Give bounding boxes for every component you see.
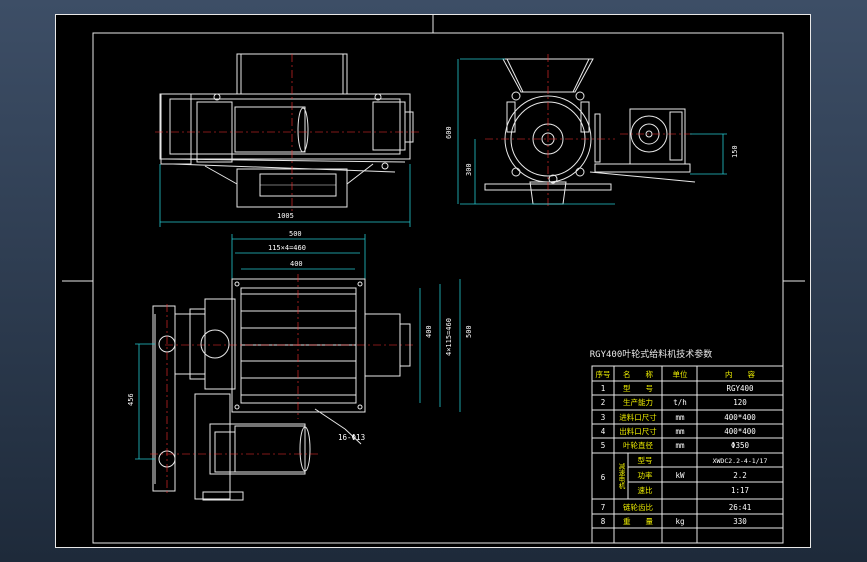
table-cell: 生产能力 (623, 397, 653, 407)
table-cell: 400*400 (724, 413, 756, 422)
dim-plan-456: 456 (127, 393, 135, 406)
table-cell: 链轮齿比 (623, 502, 653, 512)
table-cell: 进料口尺寸 (619, 412, 657, 422)
parameter-table: RGY400叶轮式给料机技术参数 序号 名 称 单位 内 容 1 型 号 RGY… (590, 348, 784, 544)
table-cell: 8 (601, 517, 606, 526)
table-cell: 6 (601, 473, 606, 482)
dim-front-h300: 300 (465, 163, 473, 176)
table-cell: 26:41 (729, 503, 752, 512)
dim-plan-inner: 115×4=460 (268, 244, 306, 252)
table-cell: 叶轮直径 (623, 440, 653, 450)
dim-holes: 16-Φ13 (338, 433, 365, 442)
table-cell: 2.2 (733, 471, 747, 480)
table-title: RGY400叶轮式给料机技术参数 (590, 348, 713, 360)
table-cell: 出料口尺寸 (619, 426, 657, 436)
table-cell: 400*400 (724, 427, 756, 436)
dim-plan-side-400: 400 (425, 325, 433, 338)
table-cell: 功率 (638, 470, 653, 480)
table-cell: 5 (601, 441, 606, 450)
table-cell: XWDC2.2-4-1/17 (713, 457, 768, 465)
table-cell: 120 (733, 398, 747, 407)
table-cell: mm (675, 441, 685, 450)
table-header-unit: 单位 (673, 369, 688, 379)
table-cell: 速比 (638, 485, 653, 495)
table-cell: 型号 (638, 456, 653, 465)
table-cell: Φ350 (731, 441, 750, 450)
table-cell: 7 (601, 503, 606, 512)
table-cell: mm (675, 427, 685, 436)
table-cell: 型 号 (623, 384, 653, 393)
table-cell: 4 (601, 427, 606, 436)
side-elevation-view: 1005 (155, 53, 420, 227)
table-cell: 2 (601, 398, 606, 407)
table-cell: 3 (601, 413, 606, 422)
cad-viewport: 1005 600 300 150 500 115×4=460 400 16-Φ1… (0, 0, 867, 562)
dim-plan-side-500: 500 (465, 325, 473, 338)
dim-plan-width: 500 (289, 230, 302, 238)
table-cell: 减速电机 (617, 462, 625, 491)
table-cell: 1 (601, 384, 606, 393)
table-cell: 重 量 (623, 517, 653, 526)
table-cell: 1:17 (731, 486, 749, 495)
front-view: 600 300 150 (445, 54, 739, 209)
table-header-no: 序号 (596, 369, 611, 379)
drawing-sheet: 1005 600 300 150 500 115×4=460 400 16-Φ1… (55, 14, 811, 548)
table-cell: t/h (673, 398, 687, 407)
dim-top-width: 1005 (277, 212, 294, 220)
dim-front-height: 600 (445, 126, 453, 139)
table-cell: mm (675, 413, 685, 422)
table-header-name: 名 称 (623, 369, 653, 379)
dim-plan-400: 400 (290, 260, 303, 268)
table-header-content: 内 容 (725, 369, 755, 379)
plan-view: 500 115×4=460 400 16-Φ13 456 400 4×115=4… (127, 230, 473, 501)
dim-front-h150: 150 (731, 145, 739, 158)
table-cell: kW (675, 471, 685, 480)
table-cell: RGY400 (726, 384, 754, 393)
table-cell: kg (675, 517, 684, 526)
table-cell: 330 (733, 517, 747, 526)
dim-plan-side-460: 4×115=460 (445, 318, 453, 356)
drawing-canvas: 1005 600 300 150 500 115×4=460 400 16-Φ1… (55, 14, 811, 548)
